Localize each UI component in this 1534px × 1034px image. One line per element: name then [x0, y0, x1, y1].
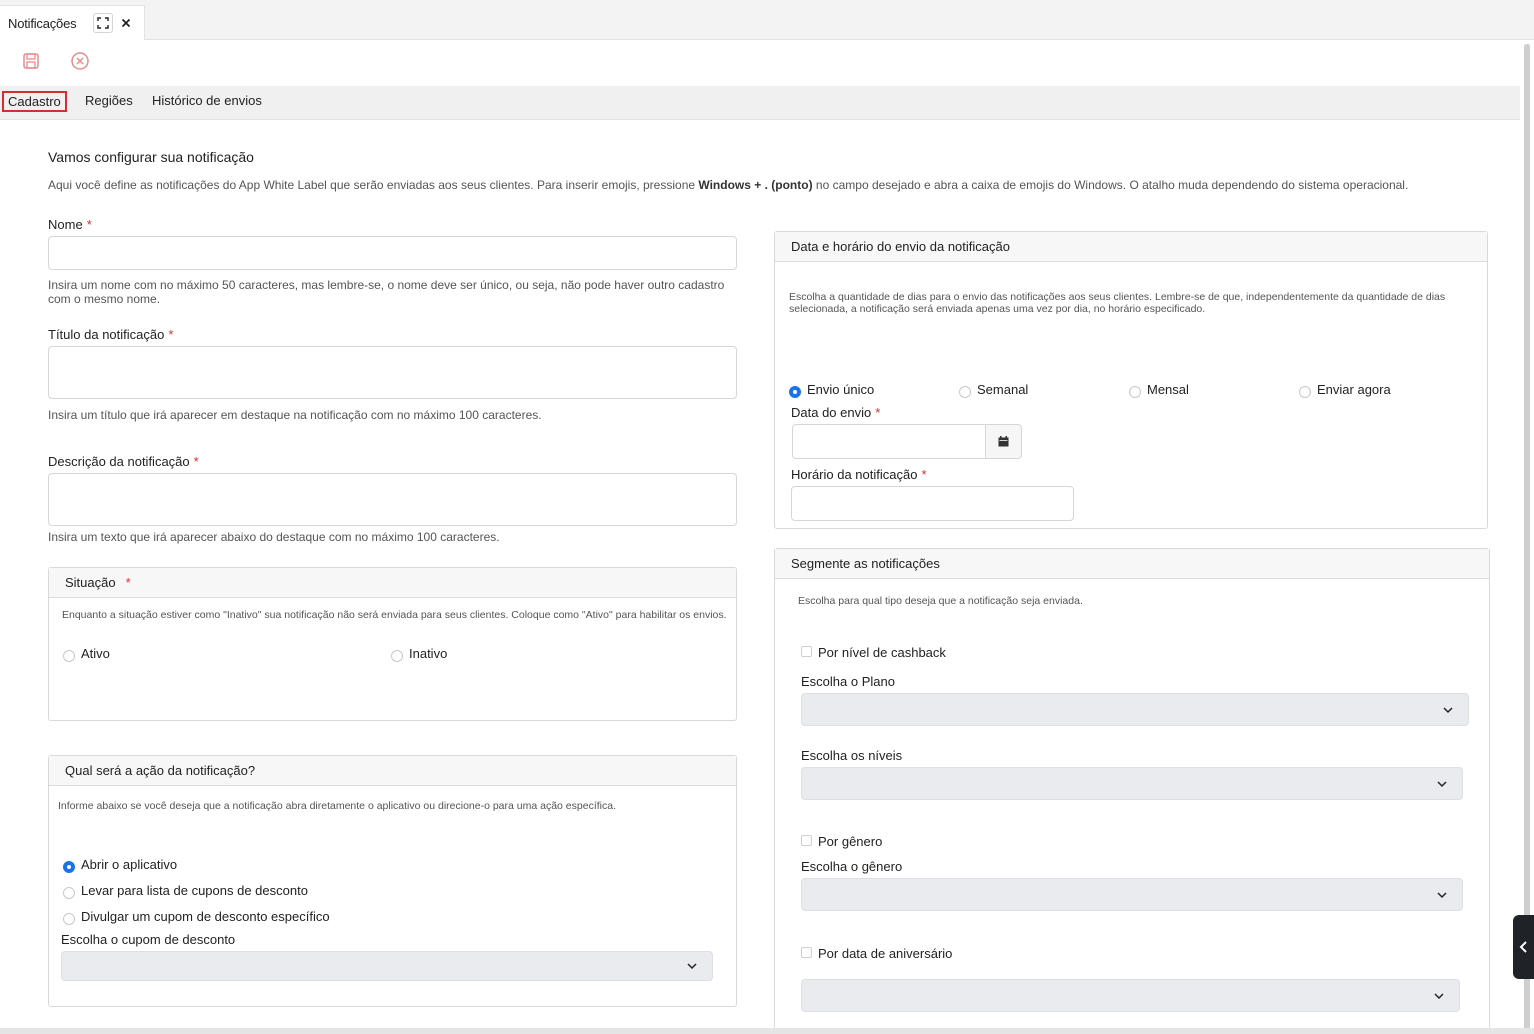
niveis-select[interactable] [801, 767, 1463, 800]
checkbox-genero-label: Por gênero [818, 834, 883, 849]
titulo-label: Título da notificação * [48, 327, 173, 342]
situacao-panel-header: Situação * [49, 568, 736, 598]
required-mark: * [125, 575, 131, 590]
radio-enviar-agora[interactable] [1299, 386, 1311, 398]
chevron-down-icon [1434, 992, 1444, 999]
chevron-left-icon [1519, 941, 1527, 953]
genero-select[interactable] [801, 878, 1463, 911]
chevron-down-icon [687, 963, 697, 970]
radio-semanal[interactable] [959, 386, 971, 398]
radio-envio-unico[interactable] [789, 386, 801, 398]
segmento-help: Escolha para qual tipo deseja que a noti… [798, 595, 1083, 607]
radio-inativo-label: Inativo [409, 646, 448, 661]
plano-label: Escolha o Plano [801, 674, 895, 689]
radio-abrir-aplicativo-label: Abrir o aplicativo [81, 857, 178, 872]
data-envio-label: Data do envio * [791, 405, 880, 420]
data-envio-input[interactable] [792, 424, 986, 459]
titulo-label-text: Título da notificação [48, 327, 165, 342]
envio-panel-header: Data e horário do envio da notificação [775, 232, 1487, 262]
nome-help: Insira um nome com no máximo 50 caracter… [48, 278, 725, 306]
radio-cupom-especifico-label: Divulgar um cupom de desconto específico [81, 909, 330, 924]
plano-select[interactable] [801, 693, 1469, 726]
tab-historico-envios[interactable]: Histórico de envios [147, 91, 267, 110]
radio-lista-cupons[interactable] [63, 887, 75, 899]
calendar-icon[interactable] [985, 424, 1022, 459]
niveis-label: Escolha os níveis [801, 748, 903, 763]
tab-regioes[interactable]: Regiões [80, 91, 138, 110]
checkbox-genero[interactable] [801, 835, 812, 846]
intro-text-part2: no campo desejado e abra a caixa de emoj… [812, 178, 1409, 192]
radio-abrir-aplicativo[interactable] [63, 861, 75, 873]
radio-cupom-especifico[interactable] [63, 913, 75, 925]
radio-mensal-label: Mensal [1147, 382, 1189, 397]
genero-label: Escolha o gênero [801, 859, 903, 874]
window-tabstrip: Notificações [0, 0, 1534, 40]
save-icon[interactable] [21, 51, 41, 71]
segmento-panel-header: Segmente as notificações [775, 549, 1489, 579]
radio-semanal-label: Semanal [977, 382, 1029, 397]
radio-envio-unico-label: Envio único [807, 382, 875, 397]
situacao-help: Enquanto a situação estiver como "Inativ… [62, 609, 727, 621]
radio-ativo-label: Ativo [81, 646, 110, 661]
horario-label-text: Horário da notificação [791, 467, 918, 482]
checkbox-cashback[interactable] [801, 646, 812, 657]
envio-help: Escolha a quantidade de dias para o envi… [789, 291, 1446, 315]
vertical-scrollbar[interactable] [1524, 44, 1530, 1034]
radio-inativo[interactable] [391, 650, 403, 662]
nome-input[interactable] [48, 236, 737, 270]
aniversario-select[interactable] [801, 979, 1460, 1012]
intro-shortcut: Windows + . (ponto) [698, 178, 813, 192]
radio-mensal[interactable] [1129, 386, 1141, 398]
page-title: Vamos configurar sua notificação [48, 149, 254, 165]
document-tab-title: Notificações [8, 15, 77, 31]
acao-help: Informe abaixo se você deseja que a noti… [58, 800, 617, 812]
scrollbar-thumb[interactable] [1524, 44, 1530, 1034]
expand-icon[interactable] [93, 13, 113, 33]
side-panel-toggle[interactable] [1513, 915, 1534, 979]
checkbox-aniversario-label: Por data de aniversário [818, 946, 953, 961]
descricao-label: Descrição da notificação * [48, 454, 199, 469]
titulo-help: Insira um título que irá aparecer em des… [48, 408, 542, 422]
descricao-input[interactable] [48, 473, 737, 526]
descricao-label-text: Descrição da notificação [48, 454, 190, 469]
horizontal-scrollbar[interactable] [0, 1028, 1534, 1034]
required-mark: * [921, 467, 927, 482]
cancel-icon[interactable] [70, 51, 90, 71]
horario-label: Horário da notificação * [791, 467, 927, 482]
cupom-select[interactable] [61, 951, 713, 981]
chevron-down-icon [1437, 780, 1447, 787]
data-envio-label-text: Data do envio [791, 405, 872, 420]
horario-input[interactable] [791, 486, 1074, 521]
cupom-label: Escolha o cupom de desconto [61, 932, 236, 947]
intro-text-part1: Aqui você define as notificações do App … [48, 178, 699, 192]
nome-label-text: Nome [48, 217, 83, 232]
tab-cadastro[interactable]: Cadastro [2, 91, 67, 112]
nome-label: Nome * [48, 217, 92, 232]
situacao-title: Situação [65, 575, 116, 590]
required-mark: * [193, 454, 199, 469]
radio-enviar-agora-label: Enviar agora [1317, 382, 1391, 397]
situacao-panel: Situação * [48, 567, 737, 721]
document-tab[interactable]: Notificações [0, 5, 145, 40]
acao-panel-header: Qual será a ação da notificação? [49, 756, 736, 786]
checkbox-aniversario[interactable] [801, 947, 812, 958]
chevron-down-icon [1443, 706, 1453, 713]
form-tabs: Cadastro Regiões Histórico de envios [0, 86, 1520, 120]
envio-panel: Data e horário do envio da notificação [774, 231, 1488, 529]
required-mark: * [168, 327, 174, 342]
required-mark: * [875, 405, 881, 420]
titulo-input[interactable] [48, 346, 737, 399]
intro-text: Aqui você define as notificações do App … [48, 178, 1488, 192]
chevron-down-icon [1437, 891, 1447, 898]
close-icon[interactable] [116, 13, 136, 33]
descricao-help: Insira um texto que irá aparecer abaixo … [48, 530, 500, 544]
checkbox-cashback-label: Por nível de cashback [818, 645, 946, 660]
radio-lista-cupons-label: Levar para lista de cupons de desconto [81, 883, 308, 898]
radio-ativo[interactable] [63, 650, 75, 662]
required-mark: * [86, 217, 92, 232]
